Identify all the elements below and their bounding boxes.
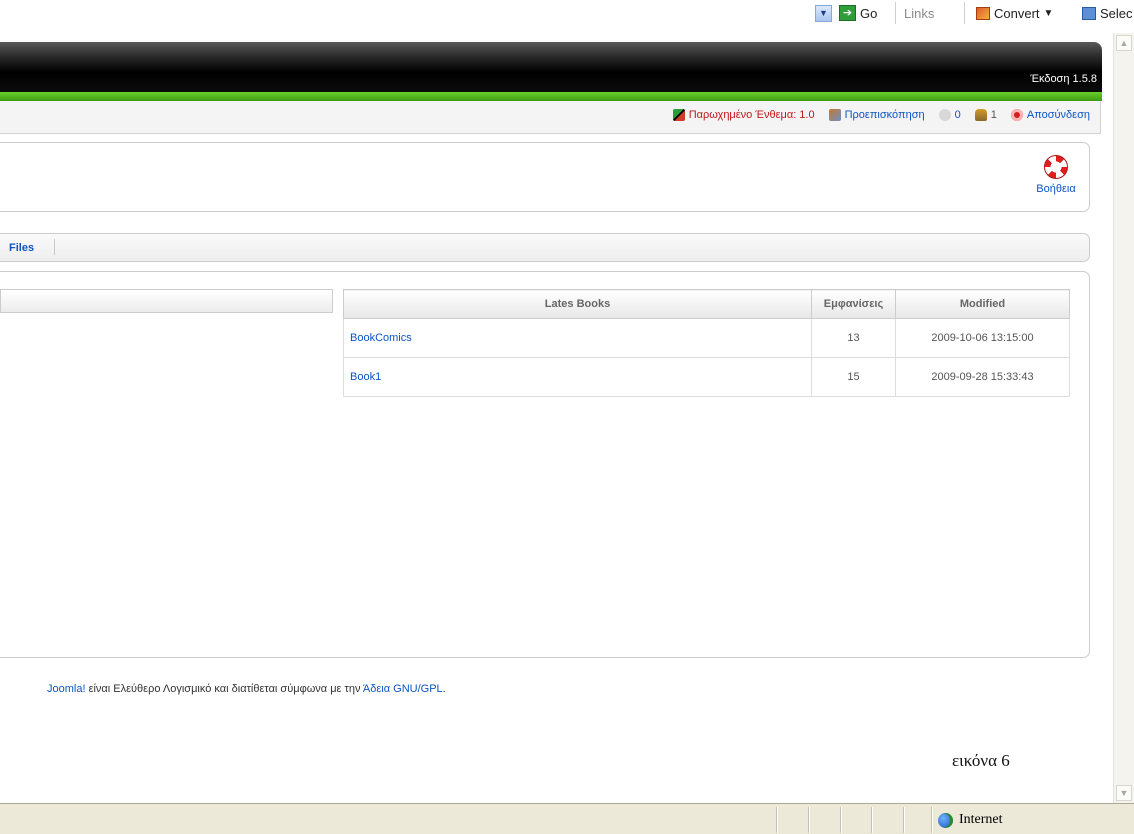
select-label: Selec — [1100, 5, 1133, 21]
book-hits-cell: 15 — [811, 357, 896, 397]
left-panel-header — [0, 289, 333, 313]
toolbar-separator — [964, 2, 965, 24]
preview-label[interactable]: Προεπισκόπηση — [845, 109, 925, 121]
users-icon — [974, 109, 987, 121]
column-header-hits[interactable]: Εμφανίσεις — [811, 289, 896, 319]
help-button[interactable]: Βοήθεια — [1031, 153, 1081, 195]
admin-header: Έκδοση 1.5.8 — [0, 42, 1102, 92]
scroll-down-icon[interactable]: ▼ — [1116, 785, 1132, 801]
convert-icon — [976, 6, 990, 20]
preview-link[interactable]: Προεπισκόπηση — [828, 109, 925, 121]
status-pane-divider — [840, 807, 841, 833]
scroll-up-icon[interactable]: ▲ — [1116, 35, 1132, 51]
messages-icon — [938, 109, 951, 121]
dropdown-arrow-icon: ▼ — [815, 4, 832, 22]
chevron-down-icon: ▼ — [1043, 7, 1054, 19]
go-arrow-icon: ➔ — [839, 5, 856, 21]
book-modified-cell: 2009-09-28 15:33:43 — [895, 357, 1070, 397]
submenu-bar: Files — [0, 233, 1090, 262]
legacy-module-icon — [672, 109, 685, 121]
convert-label: Convert — [994, 5, 1040, 21]
book-title-cell: BookComics — [343, 318, 812, 358]
license-link[interactable]: Άδεια GNU/GPL — [363, 683, 443, 695]
joomla-link[interactable]: Joomla! — [47, 683, 86, 695]
links-button[interactable]: Links — [904, 4, 934, 22]
messages-link[interactable]: 0 — [938, 109, 961, 121]
book-title-link[interactable]: Book1 — [350, 371, 381, 383]
links-label: Links — [904, 5, 935, 21]
footer-end: . — [442, 683, 446, 695]
book-hits-cell: 13 — [811, 318, 896, 358]
security-zone: Internet — [938, 812, 1003, 828]
preview-icon — [828, 109, 841, 121]
book-title-cell: Book1 — [343, 357, 812, 397]
toolbar-separator — [895, 2, 896, 24]
status-pane-divider — [776, 807, 777, 833]
legacy-status: Παρωχημένο Ένθεμα: 1.0 — [672, 109, 815, 121]
header-green-bar — [0, 92, 1102, 101]
column-header-modified[interactable]: Modified — [895, 289, 1070, 319]
latest-books-table: Lates Books Εμφανίσεις Modified BookComi… — [343, 289, 1070, 397]
lifebuoy-help-icon — [1044, 155, 1068, 179]
figure-caption: εικόνα 6 — [952, 751, 1010, 770]
logout-link[interactable]: Αποσύνδεση — [1010, 109, 1090, 121]
globe-icon — [938, 812, 953, 828]
version-label: Έκδοση 1.5.8 — [1030, 73, 1097, 85]
users-count: 1 — [990, 109, 997, 121]
admin-status-bar: Παρωχημένο Ένθεμα: 1.0 Προεπισκόπηση 0 1… — [0, 101, 1101, 134]
vertical-scrollbar[interactable]: ▲ ▼ — [1113, 33, 1134, 803]
help-label: Βοήθεια — [1036, 183, 1076, 195]
footer-text: είναι Ελεύθερο Λογισμικό και διατίθεται … — [85, 683, 363, 695]
messages-count[interactable]: 0 — [955, 109, 961, 121]
zone-label: Internet — [959, 812, 1003, 827]
users-online: 1 — [974, 109, 997, 121]
address-dropdown-button[interactable]: ▼ — [815, 4, 832, 22]
browser-status-bar: Internet — [0, 803, 1134, 834]
go-label: Go — [860, 5, 878, 21]
column-header-books[interactable]: Lates Books — [343, 289, 812, 319]
toolbar-box: Βοήθεια — [0, 142, 1090, 212]
select-icon — [1082, 6, 1096, 20]
logout-icon — [1010, 109, 1023, 121]
status-pane-divider — [871, 807, 872, 833]
table-header-row: Lates Books Εμφανίσεις Modified — [343, 289, 1070, 319]
go-button[interactable]: ➔ Go — [839, 4, 877, 22]
submenu-item-files[interactable]: Files — [9, 242, 34, 254]
browser-toolbar: ▼ ➔ Go Links Convert ▼ Selec — [0, 0, 1134, 26]
page-footer: Joomla! είναι Ελεύθερο Λογισμικό και δια… — [47, 683, 446, 695]
legacy-label: Παρωχημένο Ένθεμα: 1.0 — [688, 109, 815, 121]
status-pane-divider — [903, 807, 904, 833]
status-pane-divider — [808, 807, 809, 833]
submenu-separator — [54, 239, 55, 255]
table-row: BookComics 13 2009-10-06 13:15:00 — [343, 318, 1070, 358]
logout-label[interactable]: Αποσύνδεση — [1027, 109, 1090, 121]
status-pane-divider — [931, 807, 932, 833]
book-modified-cell: 2009-10-06 13:15:00 — [895, 318, 1070, 358]
convert-button[interactable]: Convert ▼ — [976, 4, 1053, 22]
book-title-link[interactable]: BookComics — [350, 332, 412, 344]
select-button[interactable]: Selec — [1082, 4, 1133, 22]
table-row: Book1 15 2009-09-28 15:33:43 — [343, 357, 1070, 397]
